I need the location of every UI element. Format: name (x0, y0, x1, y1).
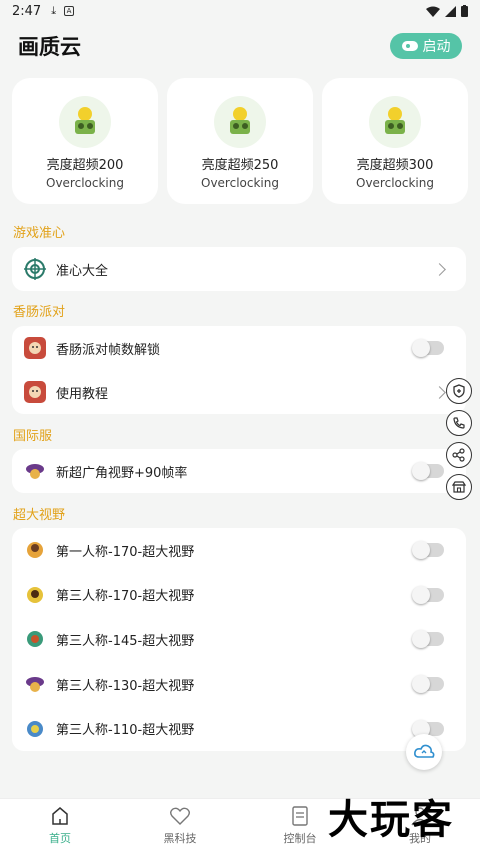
card-title: 亮度超频300 (356, 158, 434, 173)
toggle-switch[interactable] (412, 630, 444, 649)
chevron-right-icon (433, 262, 446, 276)
sausage-game-icon (24, 381, 46, 403)
list-item-label: 第一人称-170-超大视野 (56, 544, 195, 560)
store-icon (452, 481, 466, 493)
toggle-switch[interactable] (412, 719, 444, 738)
game-thumbnail-icon (369, 96, 421, 148)
cloud-sync-button[interactable] (406, 734, 442, 770)
home-icon (50, 806, 70, 826)
card-subtitle: Overclocking (356, 176, 434, 190)
list-item-fov[interactable]: 第一人称-170-超大视野 (12, 528, 466, 573)
tab-black-tech-label: 黑科技 (163, 832, 197, 845)
share-button[interactable] (446, 442, 472, 468)
status-bar: 2:47 ⤓ A (0, 0, 480, 22)
wifi-icon (426, 6, 440, 17)
section-title-sausage: 香肠派对 (13, 305, 66, 320)
heart-icon (170, 806, 190, 826)
crosshair-icon (24, 258, 46, 280)
app-header: 画质云 启动 (0, 26, 480, 66)
game-character-icon (24, 539, 46, 561)
toggle-switch[interactable] (412, 675, 444, 694)
list-item-label: 香肠派对帧数解锁 (56, 342, 161, 358)
list-item-label: 第三人称-110-超大视野 (56, 723, 195, 739)
list-item-fov[interactable]: 第三人称-145-超大视野 (12, 617, 466, 662)
game-thumbnail-icon (214, 96, 266, 148)
toggle-switch[interactable] (412, 462, 444, 480)
share-icon (452, 448, 465, 462)
game-character-icon (24, 628, 46, 650)
watermark-logo: 大玩客 (328, 797, 454, 843)
overclock-card-250[interactable]: 亮度超频250 Overclocking (167, 78, 313, 204)
card-subtitle: Overclocking (201, 176, 279, 190)
list-item-fov[interactable]: 第三人称-110-超大视野 (12, 706, 466, 751)
list-item-label: 新超广角视野+90帧率 (56, 465, 188, 481)
chevron-right-icon (433, 385, 446, 399)
tab-black-tech[interactable]: 黑科技 (120, 799, 240, 853)
tab-console-label: 控制台 (283, 832, 317, 845)
tab-home-label: 首页 (49, 832, 71, 845)
launch-button[interactable]: 启动 (390, 33, 462, 59)
tab-home[interactable]: 首页 (0, 799, 120, 853)
battery-icon (461, 5, 468, 17)
list-item-fov[interactable]: 第三人称-170-超大视野 (12, 573, 466, 618)
list-item-label: 准心大全 (56, 263, 109, 279)
call-button[interactable] (446, 410, 472, 436)
section-title-intl: 国际服 (13, 429, 53, 444)
section-title-crosshair: 游戏准心 (13, 226, 66, 241)
cloud-icon (414, 744, 435, 758)
status-time: 2:47 (12, 3, 42, 19)
list-item-fov[interactable]: 第三人称-130-超大视野 (12, 662, 466, 707)
toggle-switch[interactable] (412, 585, 444, 604)
list-item-label: 第三人称-170-超大视野 (56, 589, 195, 605)
download-icon: ⤓ (51, 4, 57, 17)
phone-icon (453, 417, 465, 429)
game-character-icon (24, 673, 46, 695)
section-title-fov: 超大视野 (13, 508, 66, 523)
list-item-crosshair-collection[interactable]: 准心大全 (12, 247, 466, 291)
console-icon (290, 806, 310, 826)
gamepad-icon (401, 41, 418, 51)
sausage-panel: 香肠派对帧数解锁 使用教程 (12, 326, 466, 414)
overclock-card-300[interactable]: 亮度超频300 Overclocking (322, 78, 468, 204)
intl-panel: 新超广角视野+90帧率 (12, 449, 466, 493)
game-character-icon (24, 584, 46, 606)
store-button[interactable] (446, 474, 472, 500)
overclock-cards: 亮度超频200 Overclocking 亮度超频250 Overclockin… (12, 78, 468, 204)
toggle-switch[interactable] (412, 339, 444, 357)
list-item-label: 使用教程 (56, 386, 109, 402)
launch-button-label: 启动 (422, 39, 451, 55)
game-character-icon (24, 718, 46, 740)
shield-plus-icon (453, 384, 465, 398)
list-item-tutorial[interactable]: 使用教程 (12, 370, 466, 414)
game-thumbnail-icon (59, 96, 111, 148)
card-subtitle: Overclocking (46, 176, 124, 190)
fov-panel: 第一人称-170-超大视野 第三人称-170-超大视野 第三人称-145-超大视… (12, 528, 466, 751)
list-item-label: 第三人称-145-超大视野 (56, 633, 195, 649)
toggle-switch[interactable] (412, 541, 444, 560)
floating-tool-column (446, 378, 472, 500)
card-title: 亮度超频250 (201, 158, 279, 173)
signal-icon (445, 5, 456, 17)
page-title: 画质云 (18, 35, 81, 59)
card-title: 亮度超频200 (46, 158, 124, 173)
shield-add-button[interactable] (446, 378, 472, 404)
game-character-icon (24, 460, 46, 482)
list-item-wide-fov-90fps[interactable]: 新超广角视野+90帧率 (12, 449, 466, 493)
notification-a-icon: A (64, 6, 75, 16)
crosshair-panel: 准心大全 (12, 247, 466, 291)
sausage-game-icon (24, 337, 46, 359)
list-item-label: 第三人称-130-超大视野 (56, 678, 195, 694)
overclock-card-200[interactable]: 亮度超频200 Overclocking (12, 78, 158, 204)
list-item-fps-unlock[interactable]: 香肠派对帧数解锁 (12, 326, 466, 370)
